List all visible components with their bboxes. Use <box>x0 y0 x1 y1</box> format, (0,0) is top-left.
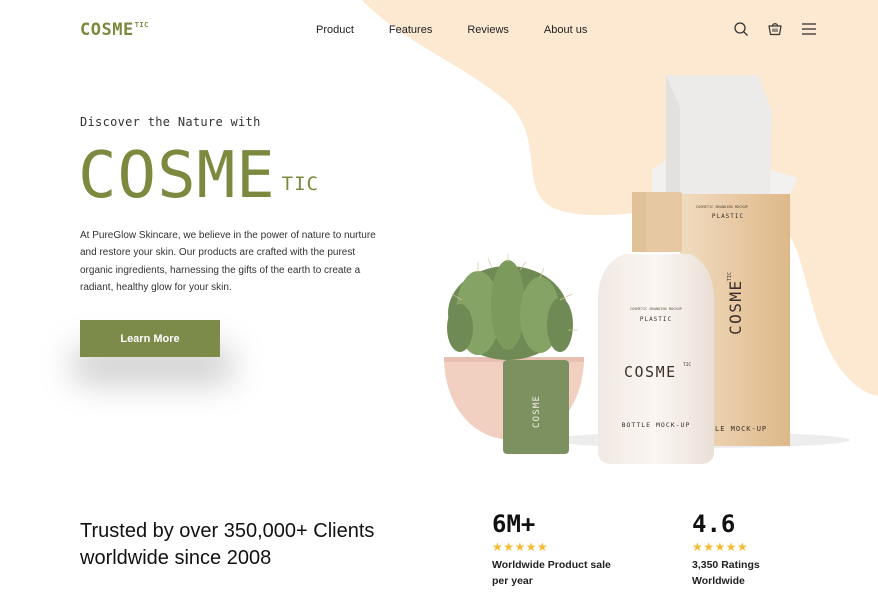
bottle-brand-text: COSME <box>624 363 677 381</box>
logo[interactable]: COSMETIC <box>80 20 149 40</box>
trusted-statement: Trusted by over 350,000+ Clients worldwi… <box>80 520 375 569</box>
cart-icon[interactable] <box>767 21 783 37</box>
header-icons <box>733 21 817 37</box>
stat-number: 6M+ <box>492 510 536 538</box>
nav-product[interactable]: Product <box>316 24 354 36</box>
hero-description: At PureGlow Skincare, we believe in the … <box>80 230 376 293</box>
main-nav: Product Features Reviews About us <box>316 24 622 36</box>
box-bottom-text: LE MOCK-UP <box>715 425 767 433</box>
stat-label: 3,350 Ratings Worldwide <box>692 559 760 587</box>
box-brand-text: COSME <box>726 279 745 335</box>
bottle-top-text: COSMETIC BRANDING MOCKUP <box>630 307 682 311</box>
stat-product-sales: 6M+ ★★★★★ Worldwide Product sale per yea… <box>492 509 612 589</box>
star-rating-icon: ★★★★★ <box>692 540 749 554</box>
nav-about-us[interactable]: About us <box>544 24 587 36</box>
bottle-brand-sup-text: TIC <box>683 362 691 368</box>
box-brand-sup-text: TIC <box>727 272 733 281</box>
box-top-text: COSMETIC BRANDING MOCKUP <box>696 205 748 209</box>
hero-tagline: Discover the Nature with <box>80 115 261 129</box>
stat-ratings: 4.6 ★★★★★ 3,350 Ratings Worldwide <box>692 509 772 589</box>
bottle-bottom-text: BOTTLE MOCK-UP <box>622 421 691 429</box>
card-brand-text: COSME <box>532 395 542 428</box>
bottle-sub-text: PLASTIC <box>640 316 672 323</box>
search-icon[interactable] <box>733 21 749 37</box>
product-image: COSMETIC BRANDING MOCKUP PLASTIC COSME T… <box>444 75 850 464</box>
learn-more-button[interactable]: Learn More <box>80 320 220 357</box>
star-rating-icon: ★★★★★ <box>492 540 549 554</box>
nav-features[interactable]: Features <box>389 24 432 36</box>
hero-title: COSME TIC <box>78 139 319 213</box>
menu-icon[interactable] <box>801 21 817 37</box>
box-sub-text: PLASTIC <box>712 213 744 220</box>
stat-label: Worldwide Product sale per year <box>492 559 611 587</box>
stat-number: 4.6 <box>692 510 736 538</box>
nav-reviews[interactable]: Reviews <box>467 24 509 36</box>
